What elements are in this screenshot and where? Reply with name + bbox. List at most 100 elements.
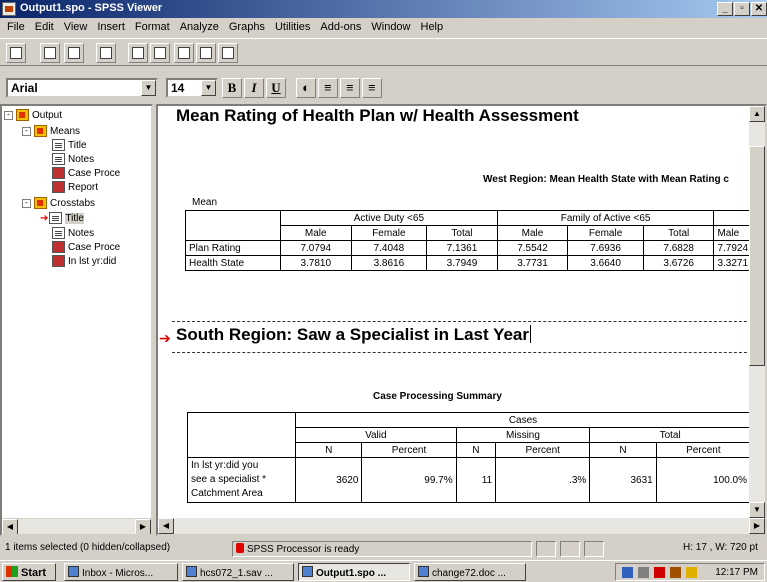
scroll-left-icon[interactable]: ◀: [2, 519, 18, 534]
undo-icon[interactable]: [128, 43, 148, 63]
data-view-icon[interactable]: [40, 43, 60, 63]
content-vertical-scrollbar[interactable]: ▲ ▼: [749, 106, 765, 518]
close-button[interactable]: ✕: [751, 2, 767, 16]
tree-crosstabs[interactable]: - Crosstabs: [22, 196, 95, 210]
table-icon: [52, 181, 65, 193]
collapse-icon[interactable]: -: [22, 126, 31, 136]
taskbar: Start Inbox - Micros... hcs072_1.sav ...…: [0, 560, 767, 582]
main-toolbar: [0, 38, 767, 66]
tray-app-icon[interactable]: [670, 567, 681, 578]
font-size-combo[interactable]: 14 ▼: [166, 78, 218, 98]
minimize-button[interactable]: _: [717, 2, 733, 16]
menu-window[interactable]: Window: [366, 19, 415, 37]
task-sav[interactable]: hcs072_1.sav ...: [182, 563, 294, 581]
tree-means-title[interactable]: Title: [52, 138, 87, 152]
tray-util-icon[interactable]: [686, 567, 697, 578]
align-left-icon[interactable]: ≡: [318, 78, 338, 98]
chevron-down-icon[interactable]: ▼: [201, 80, 216, 96]
tree-means-report[interactable]: Report: [52, 180, 98, 194]
menu-addons[interactable]: Add-ons: [315, 19, 366, 37]
heading-south-region-text[interactable]: South Region: Saw a Specialist in Last Y…: [176, 325, 529, 344]
menu-edit[interactable]: Edit: [30, 19, 59, 37]
tree-means[interactable]: - Means: [22, 124, 80, 138]
tree-means-case-label: Case Proce: [68, 167, 121, 179]
scroll-right-icon[interactable]: ▶: [135, 519, 151, 534]
heading-south-region[interactable]: South Region: Saw a Specialist in Last Y…: [176, 325, 532, 345]
west-region-table[interactable]: Active Duty <65 Family of Active <65 Re …: [185, 210, 765, 271]
bold-button[interactable]: B: [222, 78, 242, 98]
word-icon: [418, 566, 429, 577]
antivirus-icon[interactable]: [654, 567, 665, 578]
col-header: Total: [426, 225, 498, 241]
table-cell: 3.6640: [567, 255, 644, 271]
underline-button[interactable]: U: [266, 78, 286, 98]
start-button[interactable]: Start: [2, 563, 56, 581]
outline-pane[interactable]: - Output - Means Title Notes Case Proce …: [0, 104, 153, 536]
clock[interactable]: 12:17 PM: [715, 567, 758, 578]
italic-button[interactable]: I: [244, 78, 264, 98]
table-cell: 3.6726: [642, 255, 715, 271]
print-icon[interactable]: [6, 43, 26, 63]
case-processing-table[interactable]: Cases Valid Missing Total N Percent N Pe…: [187, 412, 752, 503]
task-sav-label: hcs072_1.sav ...: [200, 568, 273, 579]
scroll-right-icon[interactable]: ▶: [749, 518, 765, 534]
restore-button[interactable]: ▫: [734, 2, 750, 16]
insert-text-icon[interactable]: [218, 43, 238, 63]
chart-icon[interactable]: [64, 43, 84, 63]
font-size-value: 14: [171, 81, 185, 95]
goto-data-icon[interactable]: [150, 43, 170, 63]
network-icon[interactable]: [622, 567, 633, 578]
tree-output[interactable]: - Output: [4, 108, 62, 122]
heading-mean-rating[interactable]: Mean Rating of Health Plan w/ Health Ass…: [176, 106, 579, 126]
tree-cross-notes-label: Notes: [68, 227, 95, 239]
task-output[interactable]: Output1.spo ...: [298, 563, 410, 581]
tree-means-report-label: Report: [68, 181, 99, 193]
align-right-icon[interactable]: ≡: [362, 78, 382, 98]
scroll-left-icon[interactable]: ◀: [158, 518, 174, 534]
insert-title-icon[interactable]: [196, 43, 216, 63]
tree-cross-title[interactable]: ➔ Title: [40, 211, 84, 225]
menu-insert[interactable]: Insert: [92, 19, 130, 37]
align-center-icon[interactable]: ≡: [340, 78, 360, 98]
menu-format[interactable]: Format: [130, 19, 175, 37]
tree-cross-inlst-label: In lst yr:did: [68, 255, 117, 267]
help-pointer-icon[interactable]: [96, 43, 116, 63]
tree-means-notes[interactable]: Notes: [52, 152, 94, 166]
font-name-combo[interactable]: Arial ▼: [6, 78, 158, 98]
selected-title-item[interactable]: ➔ South Region: Saw a Specialist in Last…: [158, 321, 765, 353]
chevron-down-icon[interactable]: ▼: [141, 80, 156, 96]
row-label-line: see a specialist *: [191, 474, 267, 485]
table-cell: 3.7949: [426, 255, 498, 271]
menu-help[interactable]: Help: [416, 19, 449, 37]
menu-analyze[interactable]: Analyze: [175, 19, 224, 37]
menu-graphs[interactable]: Graphs: [224, 19, 270, 37]
group-header: Total: [589, 427, 751, 443]
scroll-thumb[interactable]: [749, 146, 765, 366]
tree-cross-inlst[interactable]: In lst yr:did: [52, 254, 116, 268]
color-icon[interactable]: ◐: [296, 78, 316, 98]
content-pane[interactable]: Mean Rating of Health Plan w/ Health Ass…: [156, 104, 767, 536]
outline-horizontal-scrollbar[interactable]: ◀ ▶: [2, 518, 151, 534]
spss-app-icon[interactable]: [2, 2, 16, 16]
menu-utilities[interactable]: Utilities: [270, 19, 315, 37]
tree-cross-case[interactable]: Case Proce: [52, 240, 120, 254]
menu-view[interactable]: View: [59, 19, 93, 37]
tree-means-case[interactable]: Case Proce: [52, 166, 120, 180]
task-doc-label: change72.doc ...: [432, 568, 506, 579]
collapse-icon[interactable]: -: [22, 198, 31, 208]
find-icon[interactable]: [174, 43, 194, 63]
volume-icon[interactable]: [638, 567, 649, 578]
menu-file[interactable]: File: [2, 19, 30, 37]
scroll-down-icon[interactable]: ▼: [749, 502, 765, 518]
case-processing-title: Case Processing Summary: [373, 391, 502, 402]
task-doc[interactable]: change72.doc ...: [414, 563, 526, 581]
table-cell: 3.7731: [496, 255, 569, 271]
content-horizontal-scrollbar[interactable]: ◀ ▶: [158, 518, 765, 534]
tree-cross-notes[interactable]: Notes: [52, 226, 94, 240]
table-cell: 3620: [294, 457, 363, 503]
table-cell: 11: [455, 457, 497, 503]
status-selection: 1 items selected (0 hidden/collapsed): [5, 542, 171, 553]
collapse-icon[interactable]: -: [4, 110, 13, 120]
scroll-up-icon[interactable]: ▲: [749, 106, 765, 122]
task-inbox[interactable]: Inbox - Micros...: [64, 563, 178, 581]
